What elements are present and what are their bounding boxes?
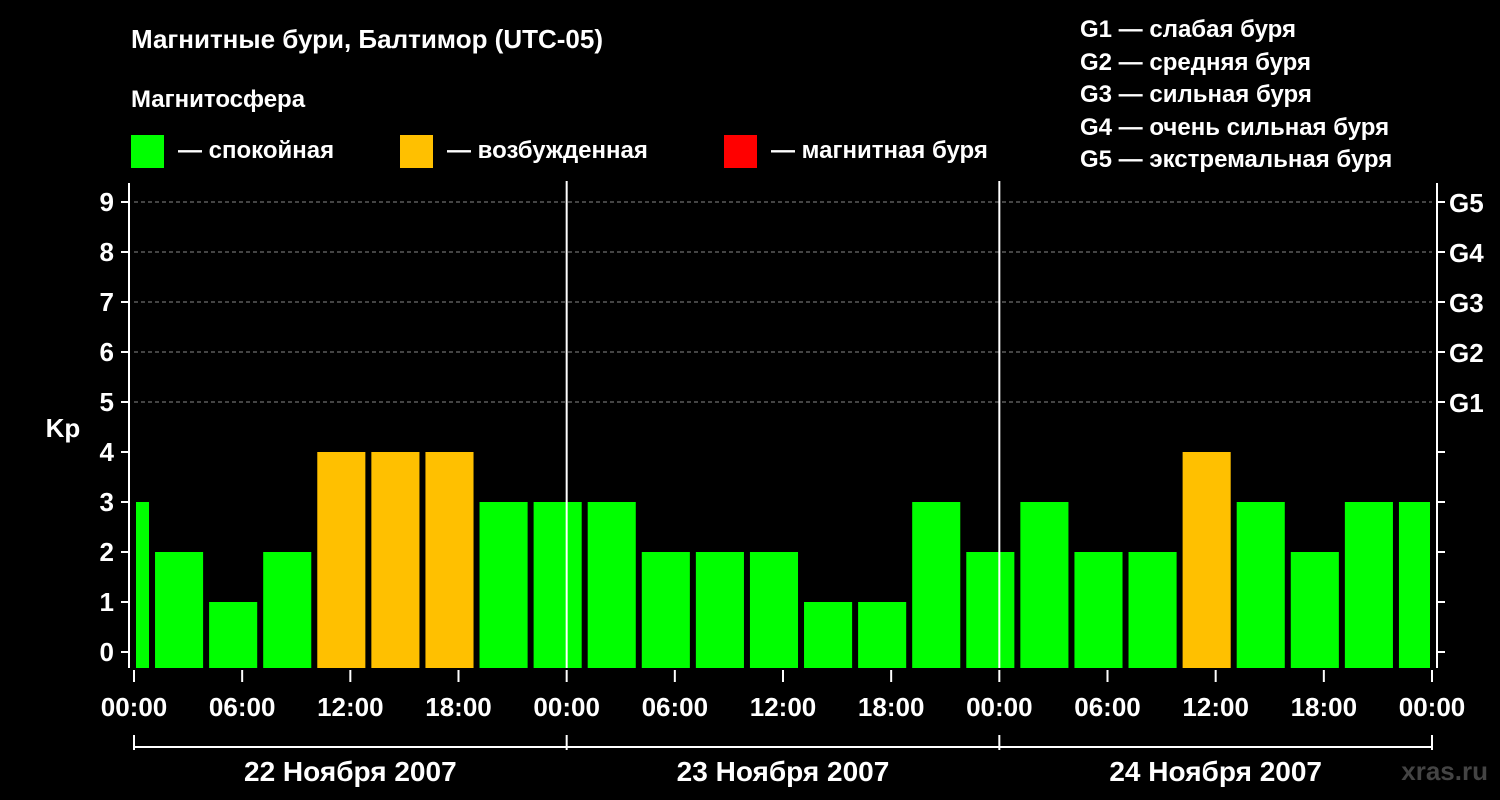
kp-bar xyxy=(533,502,582,668)
x-tick-label: 12:00 xyxy=(750,692,817,722)
kp-bar xyxy=(912,502,961,668)
kp-bar xyxy=(1290,552,1339,668)
g-level-label: G1 xyxy=(1449,388,1484,418)
x-tick-label: 00:00 xyxy=(966,692,1033,722)
kp-bar xyxy=(695,552,744,668)
x-tick-label: 06:00 xyxy=(642,692,709,722)
kp-bar xyxy=(1020,502,1069,668)
kp-bar xyxy=(1236,502,1285,668)
kp-bar xyxy=(371,452,420,668)
kp-bar xyxy=(155,552,204,668)
x-tick-label: 18:00 xyxy=(1291,692,1358,722)
x-tick-label: 12:00 xyxy=(317,692,384,722)
y-tick-label: 8 xyxy=(100,237,114,267)
kp-bar xyxy=(479,502,528,668)
x-tick-label: 00:00 xyxy=(101,692,168,722)
kp-bar xyxy=(136,502,150,668)
day-label: 23 Ноября 2007 xyxy=(677,756,890,787)
g-level-label: G2 xyxy=(1449,338,1484,368)
kp-bar xyxy=(1182,452,1231,668)
day-label: 22 Ноября 2007 xyxy=(244,756,457,787)
x-tick-label: 18:00 xyxy=(858,692,925,722)
watermark: xras.ru xyxy=(1401,756,1488,786)
x-tick-label: 00:00 xyxy=(533,692,600,722)
y-tick-label: 6 xyxy=(100,337,114,367)
x-tick-label: 00:00 xyxy=(1399,692,1466,722)
y-tick-label: 7 xyxy=(100,287,114,317)
kp-bar xyxy=(749,552,799,668)
y-tick-label: 1 xyxy=(100,587,114,617)
y-tick-label: 2 xyxy=(100,537,114,567)
y-tick-label: 5 xyxy=(100,387,114,417)
y-axis-label: Kp xyxy=(46,413,81,443)
kp-bar xyxy=(1344,502,1393,668)
x-tick-label: 06:00 xyxy=(1074,692,1141,722)
kp-bar xyxy=(263,552,312,668)
y-tick-label: 9 xyxy=(100,187,114,217)
kp-bar xyxy=(1074,552,1123,668)
kp-bar xyxy=(641,552,690,668)
kp-bar xyxy=(1398,502,1430,668)
day-label: 24 Ноября 2007 xyxy=(1109,756,1322,787)
kp-chart: 0 1 2 3 4 5 6 7 8 9 G1 G2 G3 G4 G5 Kp 00:00 06:00 12:00 18:… xyxy=(46,181,1484,787)
kp-bar xyxy=(209,602,258,668)
kp-bar xyxy=(587,502,636,668)
x-tick-label: 12:00 xyxy=(1182,692,1249,722)
kp-bar xyxy=(804,602,853,668)
y-tick-label: 3 xyxy=(100,487,114,517)
y-tick-label: 0 xyxy=(100,637,114,667)
g-level-label: G5 xyxy=(1449,188,1484,218)
kp-bar xyxy=(317,452,366,668)
kp-bar xyxy=(425,452,474,668)
x-tick-label: 18:00 xyxy=(425,692,492,722)
g-level-label: G3 xyxy=(1449,288,1484,318)
g-level-label: G4 xyxy=(1449,238,1484,268)
kp-bar xyxy=(1128,552,1177,668)
kp-bar xyxy=(966,552,1015,668)
kp-bar xyxy=(858,602,907,668)
x-tick-label: 06:00 xyxy=(209,692,276,722)
y-tick-label: 4 xyxy=(100,437,115,467)
